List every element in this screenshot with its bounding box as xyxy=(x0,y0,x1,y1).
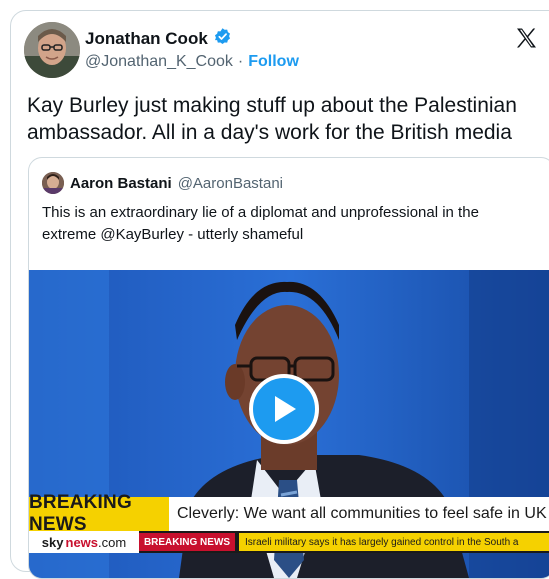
breaking-news-label: BREAKING NEWS xyxy=(29,492,169,535)
quoted-header: Aaron Bastani @AaronBastani xyxy=(42,172,283,194)
sky-logo-domain: .com xyxy=(98,534,127,550)
separator-dot: · xyxy=(237,53,244,70)
sky-logo-news: news xyxy=(65,534,99,550)
sky-news-logo: sky news .com xyxy=(29,531,139,553)
video-player[interactable]: BREAKING NEWS Cleverly: We want all comm… xyxy=(29,270,549,578)
breaking-news-headline: Cleverly: We want all communities to fee… xyxy=(169,497,549,531)
sky-logo-text: sky xyxy=(41,534,64,550)
quoted-author-handle[interactable]: @AaronBastani xyxy=(178,175,283,192)
author-handle[interactable]: @Jonathan_K_Cook xyxy=(85,53,233,71)
play-icon xyxy=(275,396,296,422)
author-name-row: Jonathan Cook xyxy=(85,27,232,51)
quoted-avatar[interactable] xyxy=(42,172,64,194)
verified-badge-icon xyxy=(213,27,232,51)
author-handle-row: @Jonathan_K_Cook · Follow xyxy=(85,53,299,71)
ticker-label: BREAKING NEWS xyxy=(139,533,235,551)
author-avatar[interactable] xyxy=(24,22,80,78)
x-logo-icon[interactable] xyxy=(514,26,538,50)
play-button[interactable] xyxy=(249,374,319,444)
quoted-author-name[interactable]: Aaron Bastani xyxy=(70,175,172,192)
ticker-text: Israeli military says it has largely gai… xyxy=(239,533,549,551)
follow-button[interactable]: Follow xyxy=(248,53,299,71)
tweet-text: Kay Burley just making stuff up about th… xyxy=(27,94,517,144)
author-name[interactable]: Jonathan Cook xyxy=(85,29,208,49)
news-ticker: sky news .com BREAKING NEWS Israeli mili… xyxy=(29,531,549,553)
quoted-tweet[interactable]: Aaron Bastani @AaronBastani This is an e… xyxy=(28,157,549,579)
breaking-news-banner: BREAKING NEWS Cleverly: We want all comm… xyxy=(29,492,549,535)
quoted-avatar-image xyxy=(42,172,64,194)
author-avatar-image xyxy=(24,22,80,78)
quoted-text: This is an extraordinary lie of a diplom… xyxy=(42,204,479,243)
